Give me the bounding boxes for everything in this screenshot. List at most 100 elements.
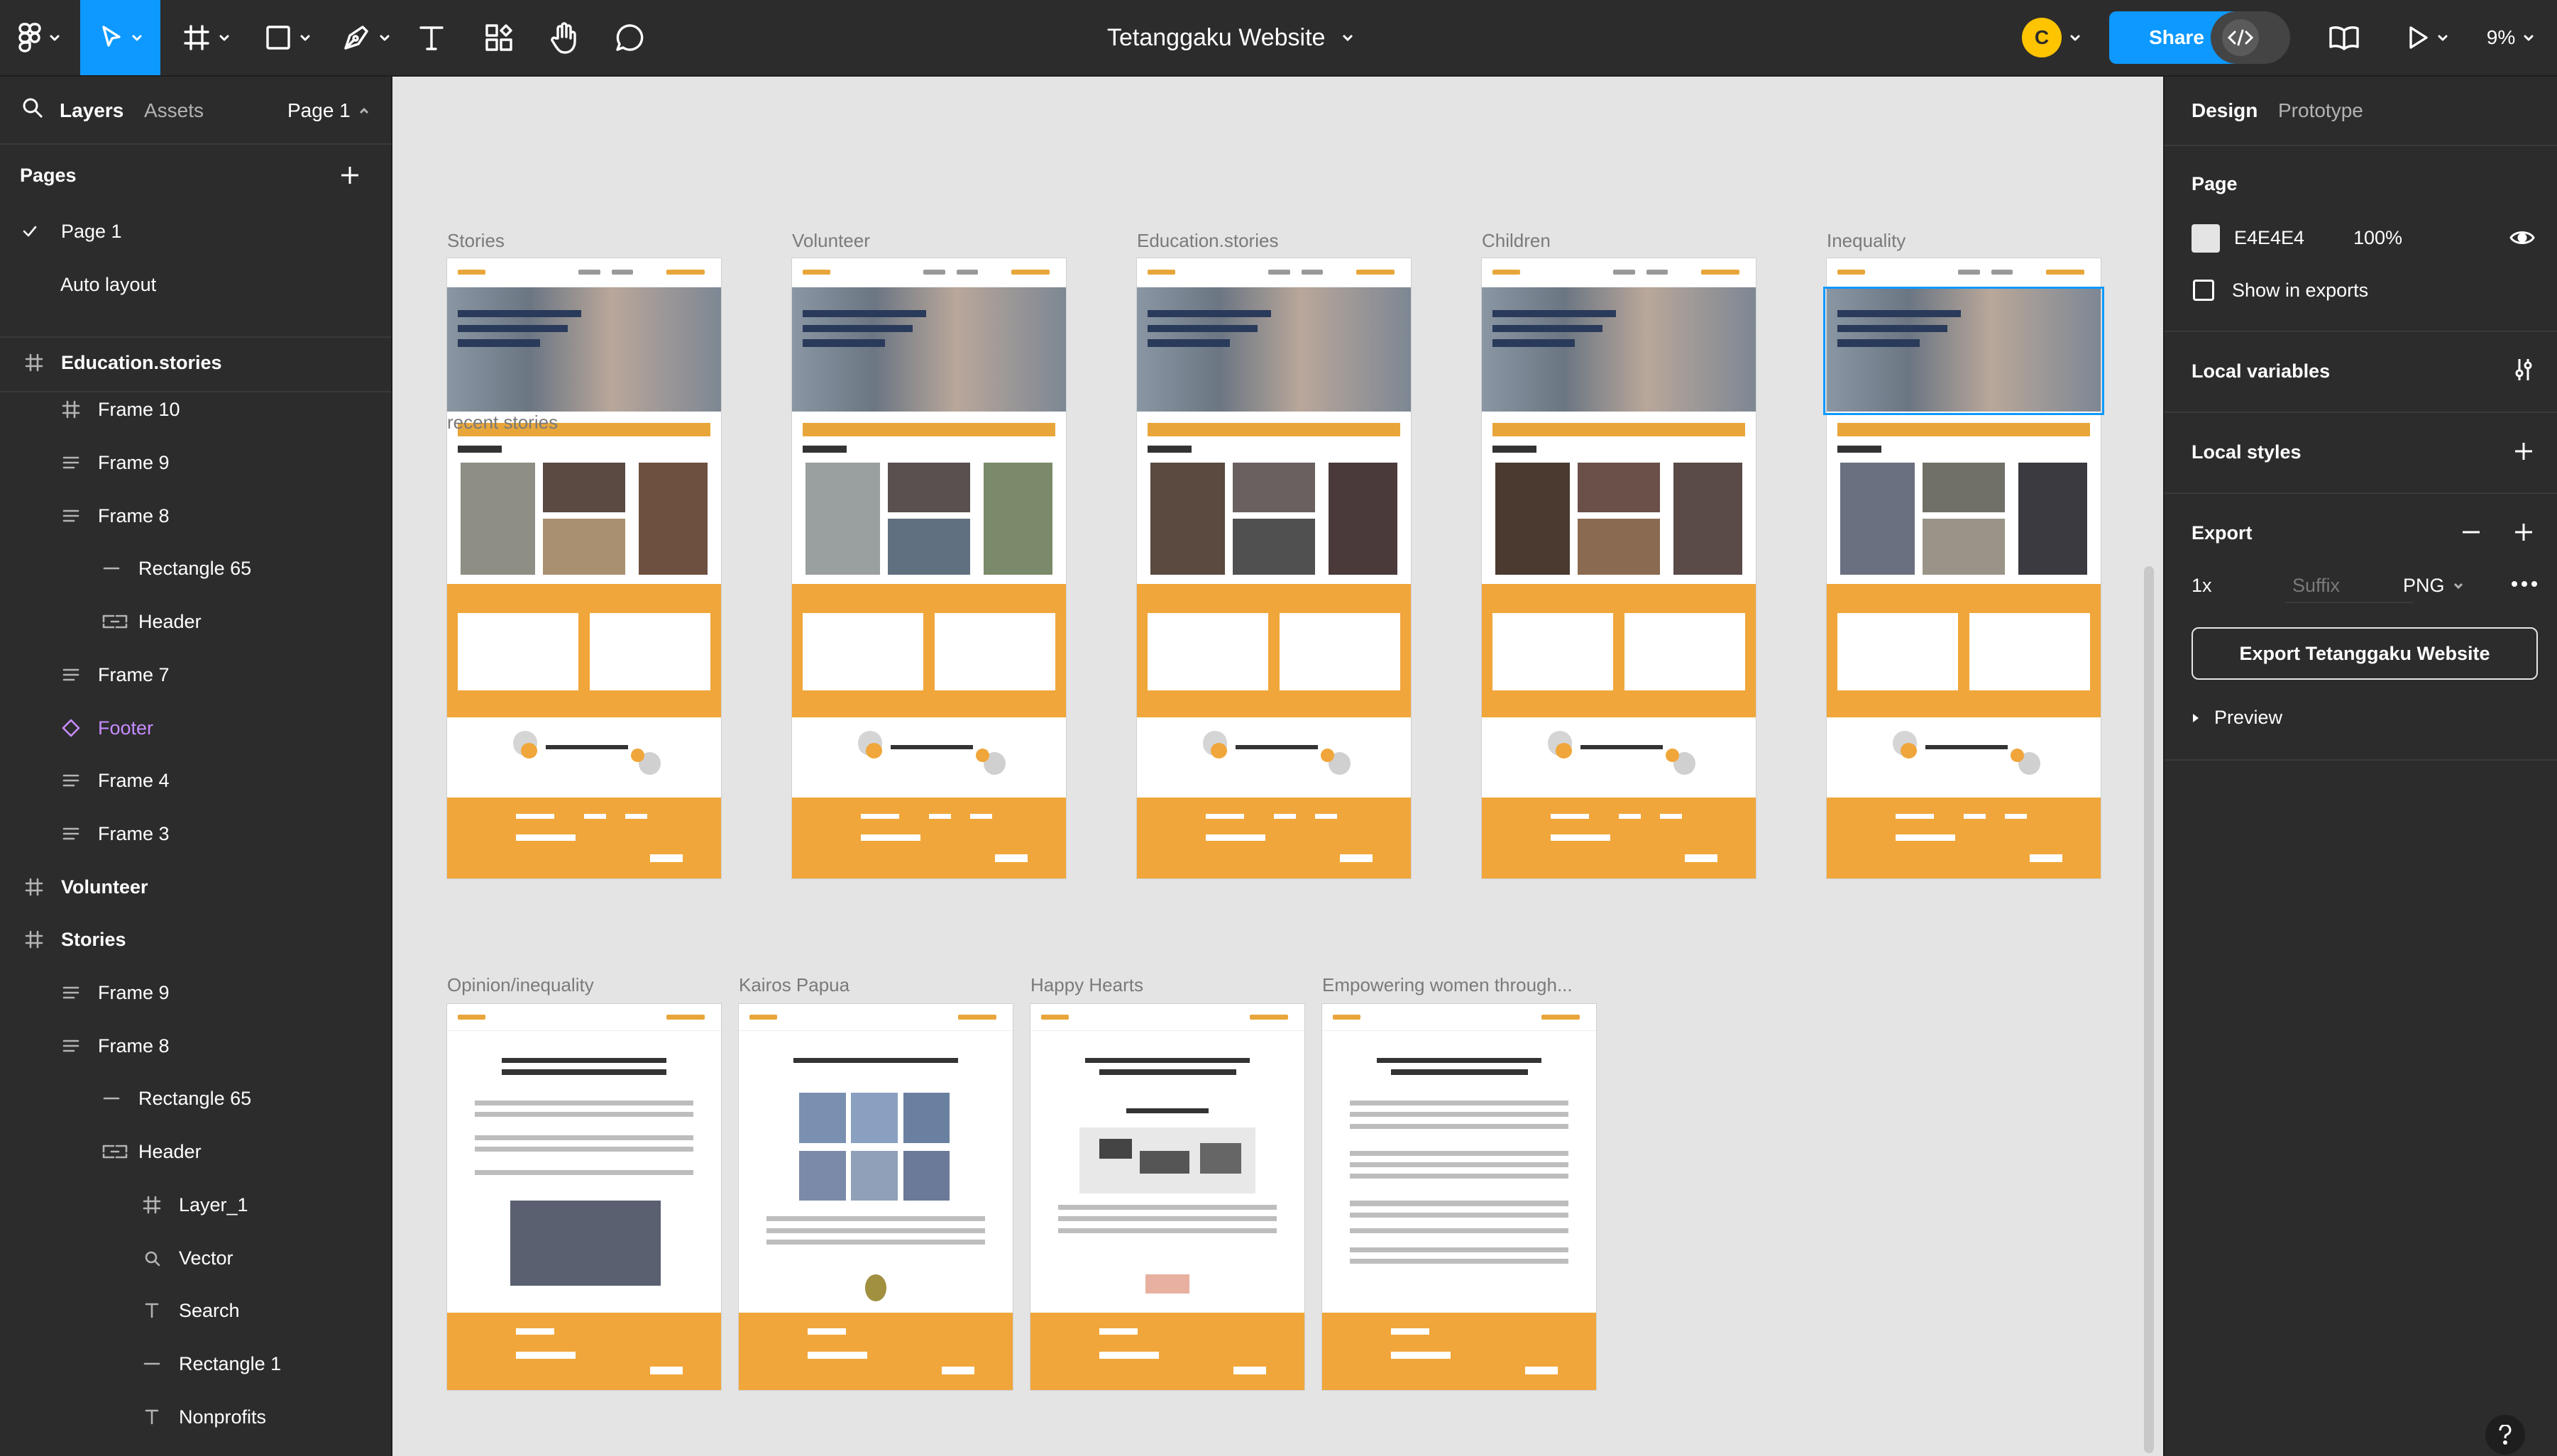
tab-layers[interactable]: Layers xyxy=(60,99,123,122)
resources-tool-button[interactable] xyxy=(475,0,522,75)
frame-tool-button[interactable] xyxy=(170,0,241,75)
zoom-menu-button[interactable]: 9% xyxy=(2471,0,2549,75)
layer-row[interactable]: Rectangle 1 xyxy=(0,1338,391,1390)
layer-row[interactable]: Search xyxy=(0,1284,391,1337)
frame-label[interactable]: Kairos Papua xyxy=(739,974,849,996)
frame-volunteer[interactable] xyxy=(792,258,1066,878)
tab-assets[interactable]: Assets xyxy=(144,99,204,122)
chevron-down-icon xyxy=(300,35,310,40)
pen-tool-button[interactable] xyxy=(330,0,401,75)
add-export-icon[interactable] xyxy=(2514,522,2534,542)
add-style-icon[interactable] xyxy=(2514,441,2534,461)
local-variables-heading[interactable]: Local variables xyxy=(2192,360,2330,382)
library-button[interactable] xyxy=(2319,0,2369,75)
frame-icon xyxy=(143,1196,161,1214)
export-scale[interactable]: 1x xyxy=(2192,575,2212,597)
present-button[interactable] xyxy=(2395,0,2459,75)
frame-label[interactable]: Empowering women through... xyxy=(1322,974,1573,996)
text-tool-button[interactable] xyxy=(408,0,454,75)
show-in-exports-checkbox[interactable] xyxy=(2193,280,2214,301)
page-opacity-value[interactable]: 100% xyxy=(2353,227,2402,249)
page-item-2[interactable]: Auto layout xyxy=(0,258,391,311)
story-photo xyxy=(543,519,625,575)
design-canvas[interactable]: Stories Volunteer Education.stories Chil… xyxy=(392,77,2163,1456)
frame-happy-hearts[interactable] xyxy=(1030,1004,1304,1390)
frame-kairos-papua[interactable] xyxy=(739,1004,1013,1390)
remove-export-icon[interactable] xyxy=(2461,522,2481,542)
export-button[interactable]: Export Tetanggaku Website xyxy=(2192,627,2538,680)
layer-row[interactable]: Volunteer xyxy=(0,861,391,913)
frame-children[interactable] xyxy=(1482,258,1756,878)
add-page-icon[interactable] xyxy=(339,165,361,186)
layer-row[interactable]: Footer xyxy=(0,702,391,754)
preview-toggle[interactable]: Preview xyxy=(2192,707,2282,729)
layer-row[interactable]: Rectangle 65 xyxy=(0,542,391,595)
search-icon[interactable] xyxy=(21,96,44,119)
frame-empowering-women[interactable] xyxy=(1322,1004,1596,1390)
layer-row[interactable]: Rectangle 65 xyxy=(0,1072,391,1125)
layer-row[interactable]: Header xyxy=(0,1125,391,1178)
avatar-initial: C xyxy=(2034,26,2050,48)
layer-row[interactable]: Stories xyxy=(0,913,391,966)
layer-row[interactable]: Nonprofits xyxy=(0,1391,391,1443)
frame-header xyxy=(792,258,1066,288)
layer-row[interactable]: Education.stories xyxy=(0,336,391,389)
file-title-button[interactable]: Tetanggaku Website xyxy=(1107,0,1353,75)
frame-label[interactable]: Happy Hearts xyxy=(1030,974,1143,996)
layer-label: Volunteer xyxy=(61,876,148,898)
main-menu-button[interactable] xyxy=(0,0,78,75)
frame-label[interactable]: Education.stories xyxy=(1137,230,1278,252)
tab-design[interactable]: Design xyxy=(2192,99,2258,122)
export-format-select[interactable]: PNG xyxy=(2403,575,2463,597)
page-color-swatch[interactable] xyxy=(2192,224,2220,253)
export-suffix-input[interactable]: Suffix xyxy=(2285,566,2413,603)
pages-heading: Pages xyxy=(20,165,77,186)
layer-row[interactable]: Frame 8 xyxy=(0,1020,391,1072)
check-icon xyxy=(23,226,37,237)
help-button[interactable] xyxy=(2485,1415,2525,1455)
story-photo xyxy=(461,463,535,575)
layer-row[interactable]: Header xyxy=(0,595,391,648)
frame-stories[interactable] xyxy=(447,258,721,878)
divider xyxy=(2165,759,2557,761)
frame-label[interactable]: Volunteer xyxy=(792,230,870,252)
frame-label[interactable]: Children xyxy=(1482,230,1551,252)
text-icon xyxy=(145,1303,159,1318)
page-color-value[interactable]: E4E4E4 xyxy=(2234,227,2304,249)
layer-row[interactable]: Frame 8 xyxy=(0,490,391,542)
category-tabs xyxy=(803,422,1055,436)
frame-label[interactable]: Stories xyxy=(447,230,505,252)
multiplayer-avatar-button[interactable]: C xyxy=(2016,0,2086,75)
page-item-1[interactable]: Page 1 xyxy=(0,205,391,258)
layer-row[interactable]: Layer_1 xyxy=(0,1179,391,1231)
divider xyxy=(2165,492,2557,494)
variables-settings-icon[interactable] xyxy=(2512,358,2535,382)
hand-tool-button[interactable] xyxy=(539,0,589,75)
page-select[interactable]: Page 1 xyxy=(287,99,369,122)
canvas-scrollbar[interactable] xyxy=(2144,566,2154,1453)
autolayout-icon xyxy=(62,774,79,787)
layer-row[interactable]: Frame 3 xyxy=(0,807,391,860)
frame-opinion-inequality[interactable] xyxy=(447,1004,721,1390)
layer-row[interactable]: Frame 9 xyxy=(0,966,391,1019)
caret-right-icon xyxy=(2193,713,2199,722)
frame-label[interactable]: Inequality xyxy=(1827,230,1906,252)
frame-education-stories[interactable] xyxy=(1137,258,1411,878)
cta-section xyxy=(447,583,721,717)
move-tool-button[interactable] xyxy=(80,0,160,75)
layer-row[interactable]: Frame 10 xyxy=(0,383,391,436)
dev-mode-toggle[interactable] xyxy=(2211,11,2290,64)
overlap-text: recent stories xyxy=(447,412,559,433)
figma-logo-icon xyxy=(18,23,41,53)
comment-tool-button[interactable] xyxy=(605,0,654,75)
frame-label[interactable]: Opinion/inequality xyxy=(447,974,594,996)
more-options-icon[interactable] xyxy=(2511,580,2538,588)
eye-icon[interactable] xyxy=(2509,227,2535,248)
layer-row[interactable]: Frame 4 xyxy=(0,754,391,807)
shape-tool-button[interactable] xyxy=(252,0,323,75)
layer-row[interactable]: Vector xyxy=(0,1232,391,1284)
tab-prototype[interactable]: Prototype xyxy=(2278,99,2363,122)
layer-row[interactable]: Frame 7 xyxy=(0,649,391,701)
layer-row[interactable]: Frame 9 xyxy=(0,436,391,489)
engage-section xyxy=(792,717,1066,805)
